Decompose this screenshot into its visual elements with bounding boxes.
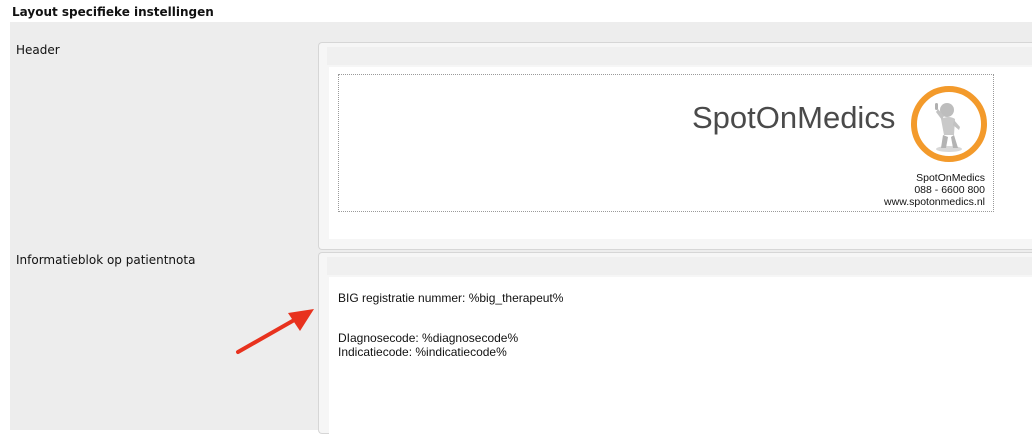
big-registration-line: BIG registratie nummer: %big_therapeut% (338, 291, 564, 305)
info-block-editor[interactable]: BIG registratie nummer: %big_therapeut% … (318, 252, 1032, 437)
indication-code-line: Indicatiecode: %indicatiecode% (338, 345, 507, 359)
header-preview-frame: SpotOnMedics SpotOnMedics 088 - 6600 800… (338, 74, 994, 212)
contact-phone: 088 - 6600 800 (914, 184, 985, 196)
brand-name: SpotOnMedics (692, 100, 896, 135)
settings-panel: Header SpotOnMedics SpotOnMedics 088 - 6… (10, 22, 1032, 437)
info-block-label: Informatieblok op patientnota (16, 253, 196, 267)
contact-block: SpotOnMedics 088 - 6600 800 www.spotonme… (884, 172, 985, 208)
info-editor-content[interactable]: BIG registratie nummer: %big_therapeut% … (329, 277, 1032, 437)
contact-name: SpotOnMedics (916, 172, 985, 184)
header-editor-content[interactable]: SpotOnMedics SpotOnMedics 088 - 6600 800… (329, 67, 1032, 239)
thumbs-up-figure-logo-icon (910, 85, 988, 163)
contact-website: www.spotonmedics.nl (884, 196, 985, 208)
header-label: Header (16, 43, 60, 57)
diagnosis-code-line: DIagnosecode: %diagnosecode% (338, 331, 519, 345)
header-editor[interactable]: SpotOnMedics SpotOnMedics 088 - 6600 800… (318, 42, 1032, 250)
header-editor-toolbar (327, 47, 1032, 65)
red-arrow-annotation-icon (232, 305, 322, 361)
section-title: Layout specifieke instellingen (12, 5, 214, 19)
info-editor-toolbar (327, 257, 1032, 275)
